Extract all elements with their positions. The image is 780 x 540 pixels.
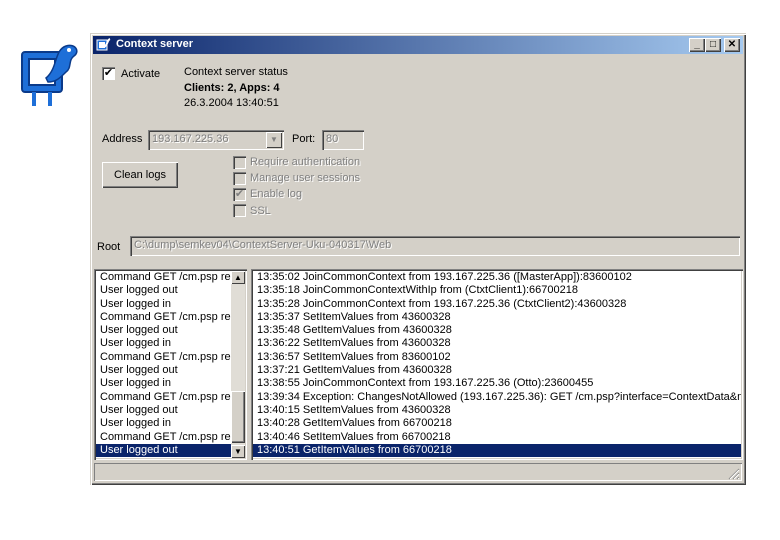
activate-label: Activate <box>121 68 161 80</box>
log-item[interactable]: 13:38:55 JoinCommonContext from 193.167.… <box>253 377 741 390</box>
port-value: 80 <box>326 133 339 145</box>
log-item[interactable]: 13:40:28 GetItemValues from 66700218 <box>253 417 741 430</box>
clean-logs-button[interactable]: Clean logs <box>102 162 178 188</box>
status-heading: Context server status <box>184 66 288 78</box>
require-authentication-label: Require authentication <box>250 156 361 168</box>
event-item[interactable]: User logged in <box>96 337 232 350</box>
root-path-value: C:\dump\semkev04\ContextServer-Uku-04031… <box>134 239 392 251</box>
port-field[interactable]: 80 <box>322 130 364 150</box>
check-icon: ✔ <box>234 188 245 200</box>
log-item[interactable]: 13:35:37 SetItemValues from 43600328 <box>253 311 741 324</box>
ssl-label: SSL <box>250 205 271 217</box>
chevron-down-icon[interactable]: ▼ <box>266 132 282 148</box>
log-item[interactable]: 13:35:28 JoinCommonContext from 193.167.… <box>253 298 741 311</box>
title-bar[interactable]: Context server _ □ ✕ <box>93 36 743 54</box>
require-authentication-checkbox[interactable] <box>233 156 246 169</box>
address-value: 193.167.225.36 <box>152 133 229 145</box>
manage-user-sessions-checkbox[interactable] <box>233 172 246 185</box>
event-item[interactable]: User logged out <box>96 443 232 458</box>
event-item[interactable]: User logged out <box>96 404 232 417</box>
log-item[interactable]: 13:36:22 SetItemValues from 43600328 <box>253 337 741 350</box>
log-item[interactable]: 13:37:21 GetItemValues from 43600328 <box>253 364 741 377</box>
context-server-window: Context server _ □ ✕ ✔ Activate Context … <box>90 33 746 485</box>
event-item[interactable]: User logged in <box>96 417 232 430</box>
events-scrollbar[interactable]: ▲ ▼ <box>231 271 245 458</box>
event-item[interactable]: User logged out <box>96 324 232 337</box>
log-rows: 13:35:02 JoinCommonContext from 193.167.… <box>253 271 741 458</box>
log-item[interactable]: 13:35:18 JoinCommonContextWithIp from (C… <box>253 284 741 297</box>
log-item[interactable]: 13:39:34 Exception: ChangesNotAllowed (1… <box>253 391 741 404</box>
event-item[interactable]: User logged in <box>96 298 232 311</box>
root-path-field[interactable]: C:\dump\semkev04\ContextServer-Uku-04031… <box>130 236 740 256</box>
address-label: Address <box>102 133 143 145</box>
ssl-checkbox[interactable] <box>233 204 246 217</box>
event-item[interactable]: Command GET /cm.psp rec <box>96 271 232 284</box>
scroll-up-icon[interactable]: ▲ <box>231 271 245 284</box>
log-item[interactable]: 13:40:51 GetItemValues from 66700218 <box>253 443 741 458</box>
event-item[interactable]: Command GET /cm.psp rec <box>96 351 232 364</box>
activate-checkbox[interactable]: ✔ <box>102 67 115 80</box>
minimize-button[interactable]: _ <box>689 38 705 52</box>
port-label: Port: <box>292 133 316 145</box>
event-item[interactable]: Command GET /cm.psp rec <box>96 431 232 444</box>
app-window-icon <box>96 38 111 51</box>
event-item[interactable]: User logged out <box>96 364 232 377</box>
clients-count: Clients: 2, Apps: 4 <box>184 82 280 94</box>
close-button[interactable]: ✕ <box>724 38 740 52</box>
status-datetime: 26.3.2004 13:40:51 <box>184 97 279 109</box>
log-item[interactable]: 13:36:57 SetItemValues from 83600102 <box>253 351 741 364</box>
log-item[interactable]: 13:40:46 SetItemValues from 66700218 <box>253 431 741 444</box>
check-icon: ✔ <box>103 67 114 79</box>
window-title: Context server <box>116 38 194 50</box>
status-bar <box>94 463 742 481</box>
app-logo-icon <box>21 44 78 106</box>
log-list[interactable]: 13:35:02 JoinCommonContext from 193.167.… <box>251 269 743 460</box>
maximize-button[interactable]: □ <box>705 38 721 52</box>
events-rows: Command GET /cm.psp rec User logged out Us… <box>96 271 232 458</box>
scroll-down-icon[interactable]: ▼ <box>231 445 245 458</box>
event-item[interactable]: Command GET /cm.psp rec <box>96 391 232 404</box>
event-item[interactable]: User logged in <box>96 377 232 390</box>
log-item[interactable]: 13:35:02 JoinCommonContext from 193.167.… <box>253 271 741 284</box>
events-list[interactable]: Command GET /cm.psp rec User logged out Us… <box>94 269 247 460</box>
resize-grip-icon[interactable] <box>728 468 740 480</box>
enable-log-checkbox[interactable]: ✔ <box>233 188 246 201</box>
log-item[interactable]: 13:40:15 SetItemValues from 43600328 <box>253 404 741 417</box>
manage-user-sessions-label: Manage user sessions <box>250 172 361 184</box>
scroll-thumb[interactable] <box>231 391 245 443</box>
event-item[interactable]: Command GET /cm.psp rec <box>96 311 232 324</box>
root-label: Root <box>97 241 121 253</box>
address-select[interactable]: 193.167.225.36 ▼ <box>148 130 284 150</box>
log-item[interactable]: 13:35:48 GetItemValues from 43600328 <box>253 324 741 337</box>
enable-log-label: Enable log <box>250 188 302 200</box>
event-item[interactable]: User logged out <box>96 284 232 297</box>
